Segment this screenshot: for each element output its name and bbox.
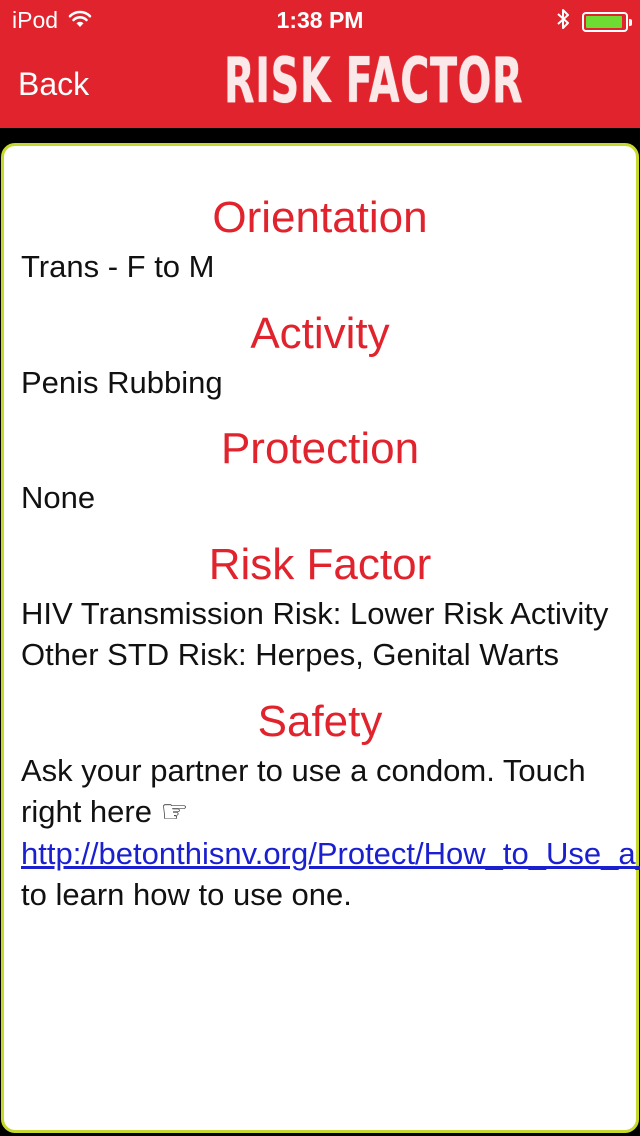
activity-value: Penis Rubbing (21, 364, 223, 400)
condom-guide-link[interactable]: http://betonthisnv.org/Protect/How_to_Us… (21, 836, 640, 871)
orientation-section: Orientation Trans - F to M (21, 190, 619, 288)
safety-heading: Safety (257, 696, 383, 746)
battery-cap (629, 18, 632, 26)
safety-text: Ask your partner to use a condom. Touch … (21, 750, 640, 916)
top-bar: iPod 1:38 PM Back RISK FACTOR (0, 0, 640, 128)
risk-factor-heading: Risk Factor (208, 539, 432, 589)
safety-text-before: Ask your partner to use a condom. Touch … (21, 752, 586, 830)
bluetooth-icon (556, 8, 570, 35)
status-bar-right (556, 8, 632, 35)
activity-heading: Activity (250, 308, 390, 358)
orientation-value: Trans - F to M (21, 249, 215, 284)
protection-value: None (21, 480, 96, 515)
status-time: 1:38 PM (276, 7, 364, 33)
battery-icon (582, 11, 632, 32)
protection-heading: Protection (220, 424, 420, 473)
safety-section: Safety Ask your partner to use a condom.… (21, 694, 640, 916)
nav-title: RISK FACTOR (224, 44, 524, 117)
battery-level (586, 15, 623, 28)
activity-section: Activity Penis Rubbing (21, 306, 619, 404)
risk-factor-section: Risk Factor HIV Transmission Risk: Lower… (21, 537, 619, 676)
risk-factor-value: HIV Transmission Risk: Lower Risk Activi… (21, 595, 609, 673)
content-card: Orientation Trans - F to M Activity Peni… (1, 143, 640, 1133)
orientation-heading: Orientation (212, 193, 428, 242)
protection-section: Protection None (21, 421, 619, 519)
safety-text-after: to learn how to use one. (21, 877, 352, 912)
back-button[interactable]: Back (18, 66, 89, 103)
screen: iPod 1:38 PM Back RISK FACTOR Orientatio… (0, 0, 640, 1136)
